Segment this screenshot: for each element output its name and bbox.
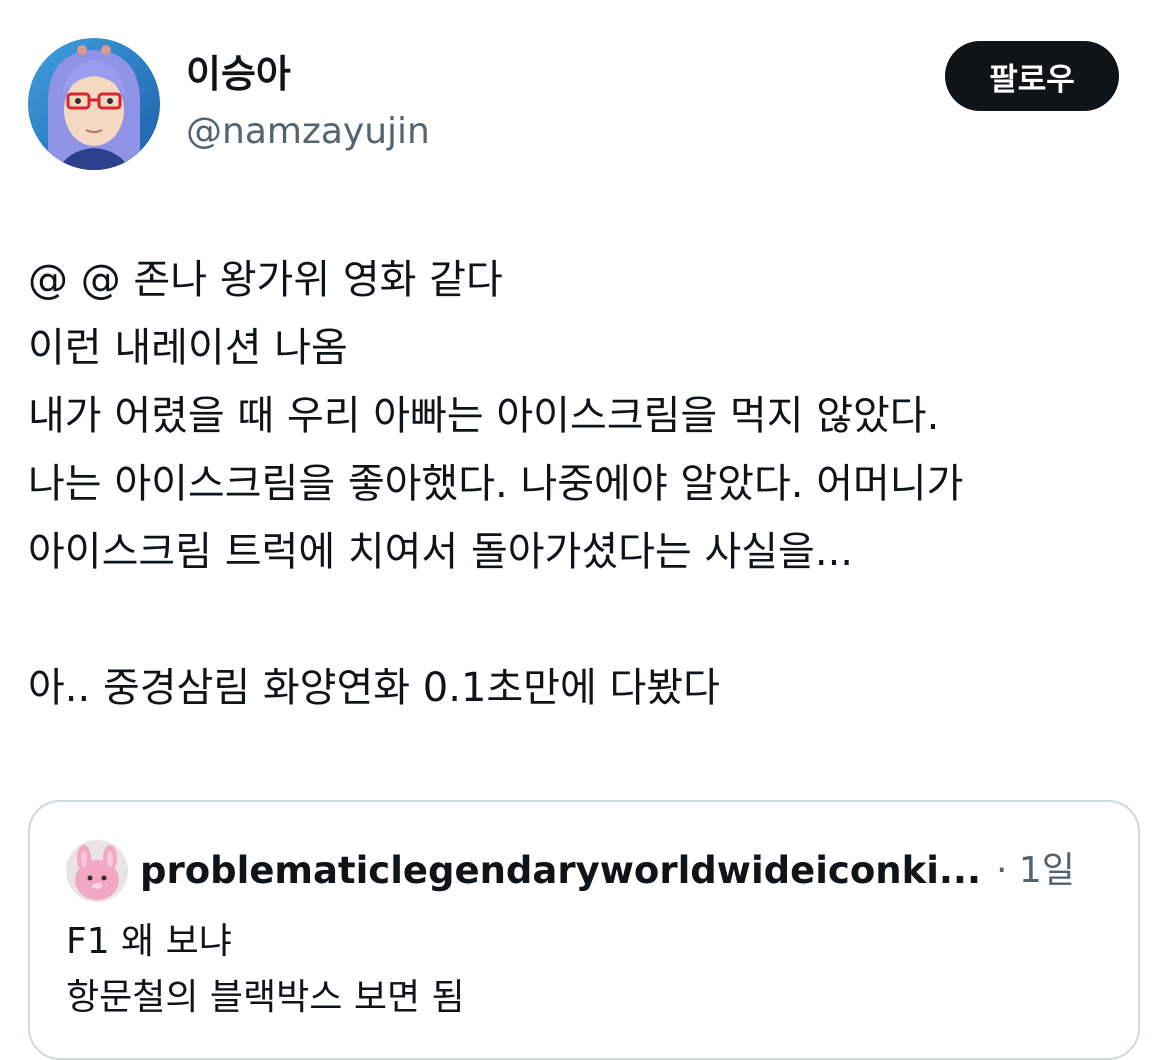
- tweet-line: @ @ 존나 왕가위 영화 같다: [28, 257, 503, 303]
- tweet-line: 내가 어렸을 때 우리 아빠는 아이스크림을 먹지 않았다.: [28, 393, 940, 439]
- author-display-name[interactable]: 이승아: [186, 50, 291, 98]
- quoted-tweet-line: 항문철의 블랙박스 보면 됨: [66, 977, 465, 1018]
- tweet-text: @ @ 존나 왕가위 영화 같다 이런 내레이션 나옴 내가 어렸을 때 우리 …: [28, 246, 1148, 722]
- tweet-line: 나는 아이스크림을 좋아했다. 나중에야 알았다. 어머니가: [28, 461, 964, 507]
- tweet-line: 아이스크림 트럭에 치여서 돌아가셨다는 사실을...: [28, 529, 854, 575]
- author-handle[interactable]: @namzayujin: [186, 108, 430, 156]
- tweet-line: 이런 내레이션 나옴: [28, 325, 348, 371]
- quoted-tweet-card[interactable]: problematiclegendaryworldwideiconki... ·…: [28, 800, 1140, 1060]
- quoted-tweet-text: F1 왜 보냐 항문철의 블랙박스 보면 됨: [66, 914, 465, 1026]
- quoted-author-name[interactable]: problematiclegendaryworldwideiconki...: [140, 846, 981, 896]
- quoted-author-avatar[interactable]: [66, 840, 128, 902]
- author-avatar[interactable]: [28, 38, 160, 170]
- pink-plush-avatar-icon: [66, 840, 128, 902]
- quoted-tweet-time[interactable]: · 1일: [996, 846, 1075, 896]
- anime-avatar-icon: [28, 38, 160, 170]
- quoted-tweet-line: F1 왜 보냐: [66, 921, 232, 962]
- tweet-line: 아.. 중경삼림 화양연화 0.1초만에 다봤다: [28, 665, 720, 711]
- follow-button[interactable]: 팔로우: [945, 41, 1119, 111]
